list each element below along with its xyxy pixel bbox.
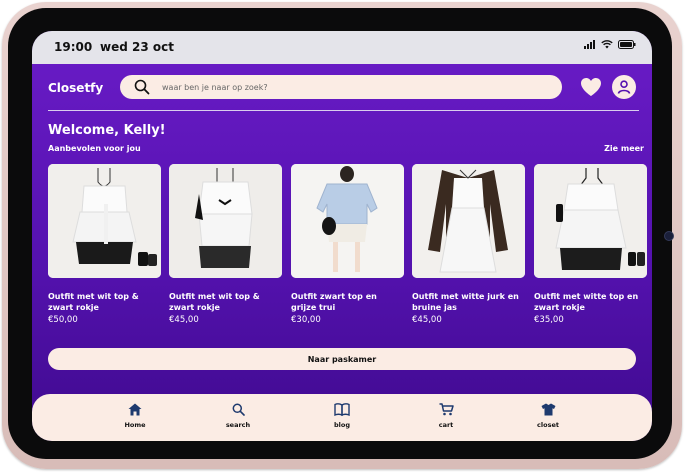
user-avatar-button[interactable]	[612, 75, 636, 99]
product-card[interactable]: Outfit met witte jurk en bruine jas €45,…	[412, 164, 525, 325]
status-date: wed 23 oct	[100, 40, 174, 54]
status-bar: 19:00 wed 23 oct	[32, 31, 652, 64]
nav-label: closet	[537, 421, 559, 429]
shirt-icon	[541, 403, 555, 416]
product-image[interactable]	[291, 164, 404, 278]
nav-item-cart[interactable]: cart	[416, 403, 476, 429]
wifi-icon	[601, 40, 613, 49]
nav-label: cart	[438, 421, 454, 429]
nav-label: blog	[334, 421, 350, 429]
nav-item-closet[interactable]: closet	[518, 403, 578, 429]
product-price: €45,00	[169, 315, 199, 325]
status-time: 19:00	[54, 40, 93, 54]
product-title: Outfit zwart top en grijze trui	[291, 292, 377, 312]
nav-item-search[interactable]: search	[208, 403, 268, 429]
signal-icon	[584, 40, 595, 49]
user-icon	[617, 80, 631, 94]
cart-icon	[439, 403, 454, 416]
search-input[interactable]	[160, 81, 544, 93]
search-icon	[232, 403, 245, 416]
product-title: Outfit met witte top en zwart rokje	[534, 292, 639, 312]
product-price: €45,00	[412, 315, 442, 325]
nav-item-home[interactable]: Home	[105, 403, 165, 429]
product-card[interactable]: Outfit met witte top en zwart rokje €35,…	[534, 164, 647, 325]
nav-item-blog[interactable]: blog	[312, 403, 372, 429]
book-icon	[334, 403, 350, 416]
product-price: €50,00	[48, 315, 78, 325]
product-title: Outfit met witte jurk en bruine jas	[412, 292, 519, 312]
product-card[interactable]: Outfit met wit top & zwart rokje €50,00	[48, 164, 161, 325]
section-title: Aanbevolen voor jou	[48, 144, 141, 153]
welcome-heading: Welcome, Kelly!	[48, 123, 166, 138]
product-image[interactable]	[169, 164, 282, 278]
header-divider	[48, 110, 639, 111]
home-icon	[128, 403, 142, 416]
product-price: €35,00	[534, 315, 564, 325]
nav-label: search	[225, 421, 251, 429]
camera-icon	[664, 231, 674, 241]
search-icon	[134, 79, 150, 95]
brand-logo[interactable]: Closetfy	[48, 81, 103, 95]
product-card[interactable]: Outfit zwart top en grijze trui €30,00	[291, 164, 404, 325]
fitting-room-button[interactable]: Naar paskamer	[48, 348, 636, 370]
nav-label: Home	[124, 421, 146, 429]
search-bar[interactable]	[120, 75, 562, 99]
product-title: Outfit met wit top & zwart rokje	[169, 292, 260, 312]
product-price: €30,00	[291, 315, 321, 325]
product-image[interactable]	[534, 164, 647, 278]
product-title: Outfit met wit top & zwart rokje	[48, 292, 139, 312]
see-more-link[interactable]: Zie meer	[604, 144, 644, 153]
heart-icon[interactable]	[580, 77, 602, 97]
product-image[interactable]	[412, 164, 525, 278]
product-image[interactable]	[48, 164, 161, 278]
battery-icon	[618, 40, 636, 49]
bottom-nav: Home search blog cart closet	[32, 394, 652, 441]
app-screen: 19:00 wed 23 oct Closetfy waar ben je na…	[32, 31, 652, 441]
status-icons	[584, 40, 636, 49]
product-card[interactable]: Outfit met wit top & zwart rokje €45,00	[169, 164, 282, 325]
